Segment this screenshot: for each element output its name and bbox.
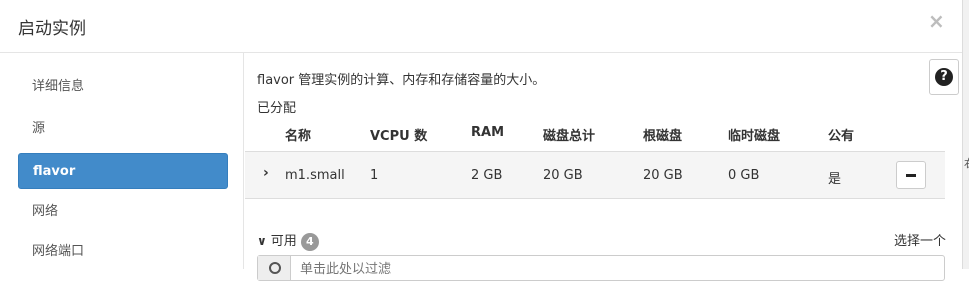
flavor-description: flavor 管理实例的计算、内存和存储容量的大小。 (257, 73, 546, 88)
cell-public: 是 (828, 172, 842, 187)
cell-root-disk: 20 GB (643, 168, 683, 183)
allocated-table-header: 名称 VCPU 数 RAM 磁盘总计 根磁盘 临时磁盘 公有 (245, 120, 945, 151)
filter-input-group (257, 255, 945, 281)
remove-flavor-button[interactable] (896, 161, 926, 189)
available-toggle[interactable]: ∨ 可用 4 (257, 230, 319, 251)
available-label: 可用 (270, 234, 297, 249)
allocated-heading: 已分配 (257, 101, 297, 116)
sidebar-item-networks[interactable]: 网络 (18, 194, 228, 230)
sidebar-item-source[interactable]: 源 (18, 111, 228, 147)
chevron-right-icon[interactable]: › (263, 165, 269, 181)
chevron-down-icon: ∨ (257, 234, 267, 248)
cell-ram: 2 GB (471, 168, 503, 183)
sidebar-divider (243, 52, 244, 269)
column-header-public: 公有 (828, 129, 855, 144)
sidebar-item-details[interactable]: 详细信息 (18, 69, 228, 105)
close-icon[interactable]: × (928, 9, 945, 33)
minus-icon (906, 173, 916, 177)
column-header-ephemeral-disk: 临时磁盘 (728, 129, 781, 144)
sidebar-item-network-ports[interactable]: 网络端口 (18, 234, 228, 270)
filter-input[interactable] (298, 258, 902, 280)
dialog-header: 启动实例 × (0, 0, 962, 53)
column-header-ram: RAM (471, 125, 505, 140)
dialog-title: 启动实例 (18, 19, 86, 39)
cell-name: m1.small (285, 168, 345, 183)
cell-disk-total: 20 GB (543, 168, 583, 183)
sidebar-item-flavor[interactable]: flavor (18, 153, 228, 189)
column-header-name: 名称 (285, 129, 312, 144)
background-text-fragment: 右 (964, 155, 969, 171)
column-header-vcpu: VCPU 数 (370, 129, 428, 144)
cell-ephemeral-disk: 0 GB (728, 168, 760, 183)
choose-one-hint: 选择一个 (894, 234, 947, 249)
column-header-disk-total: 磁盘总计 (543, 129, 596, 144)
cell-vcpu: 1 (370, 168, 379, 183)
search-icon (269, 262, 281, 274)
question-icon: ? (935, 68, 953, 86)
search-addon (258, 256, 291, 280)
available-count-badge: 4 (300, 233, 319, 251)
column-header-root-disk: 根磁盘 (643, 129, 683, 144)
help-button[interactable]: ? (929, 59, 959, 95)
background-page-edge: 右 (962, 0, 969, 269)
table-row: › m1.small 1 2 GB 20 GB 20 GB 0 GB 是 (245, 151, 945, 199)
